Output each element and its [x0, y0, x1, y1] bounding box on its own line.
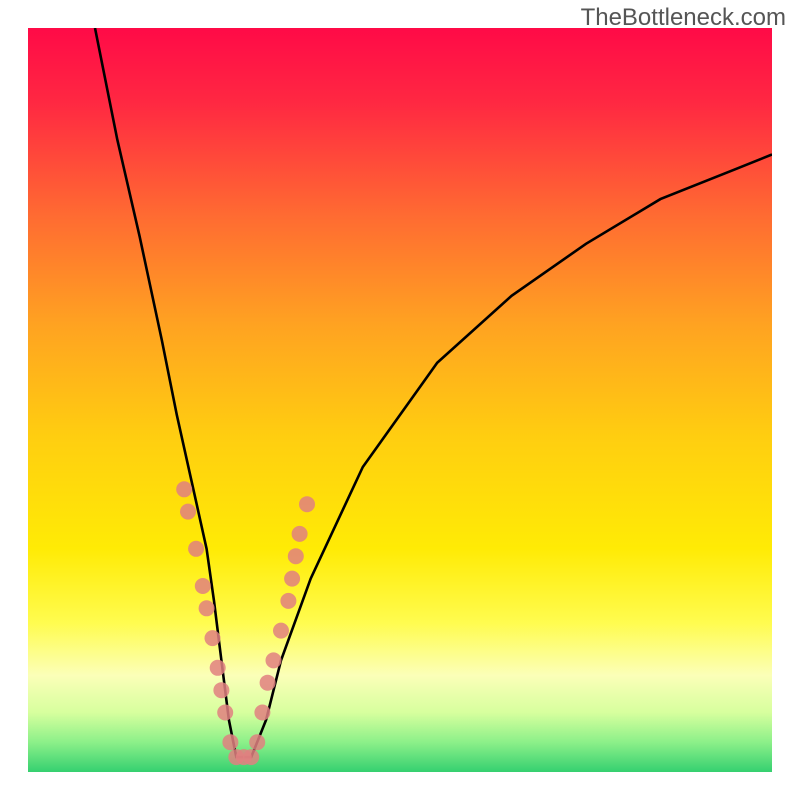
- marker-dot: [205, 630, 221, 646]
- marker-dot: [213, 682, 229, 698]
- marker-dot: [176, 481, 192, 497]
- marker-dot: [217, 705, 233, 721]
- curve-layer: [28, 28, 772, 772]
- plot-frame: [28, 28, 772, 772]
- marker-dot: [188, 541, 204, 557]
- marker-dot: [180, 504, 196, 520]
- marker-dot: [288, 548, 304, 564]
- marker-dot: [195, 578, 211, 594]
- marker-dot: [266, 652, 282, 668]
- watermark-text: TheBottleneck.com: [581, 4, 786, 32]
- marker-dot: [273, 623, 289, 639]
- marker-dot: [199, 600, 215, 616]
- marker-dot: [292, 526, 308, 542]
- bottleneck-curve: [95, 28, 772, 757]
- marker-dot: [260, 675, 276, 691]
- marker-dot: [249, 734, 265, 750]
- marker-dot: [243, 749, 259, 765]
- marker-dot: [284, 571, 300, 587]
- marker-dot: [280, 593, 296, 609]
- chart-root: { "watermark": "TheBottleneck.com", "gra…: [0, 0, 800, 800]
- marker-dot: [210, 660, 226, 676]
- marker-dot: [254, 705, 270, 721]
- marker-dot: [299, 496, 315, 512]
- marker-dot: [222, 734, 238, 750]
